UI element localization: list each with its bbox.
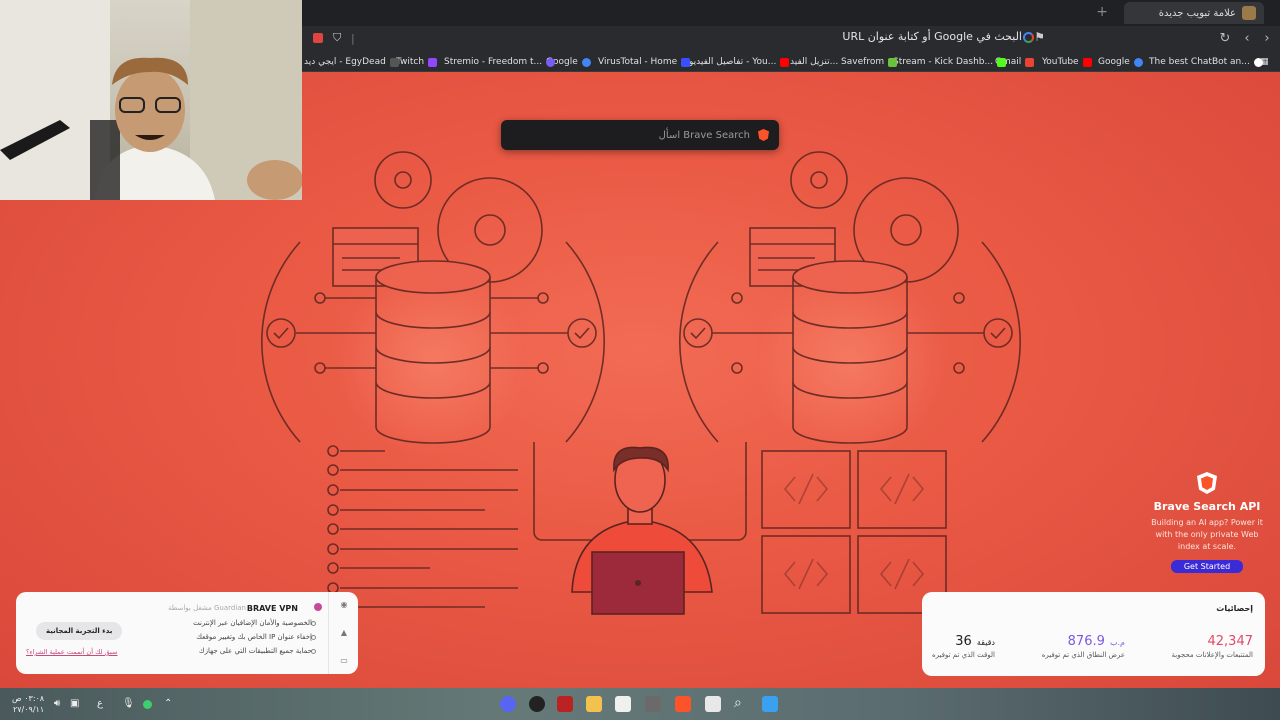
- bookmark-item[interactable]: ايجي ديد - EgyDead: [304, 57, 399, 67]
- youtube-studio-icon: [780, 57, 790, 67]
- stat-value: 876.9: [1067, 634, 1105, 649]
- vpn-feature: الخصوصية والأمان الإضافيان عبر الإنترنت: [193, 619, 312, 627]
- stat-unit: م.ب: [1109, 638, 1125, 647]
- system-clock[interactable]: ٠٣:٠٨ ص ٢٧/٠٩/١١: [12, 693, 44, 715]
- vpn-guardian-label: مشغل بواسطة Guardian: [167, 604, 246, 612]
- clock-time: ٠٣:٠٨ ص: [12, 694, 45, 703]
- brave-rewards-icon[interactable]: [313, 33, 323, 43]
- tab-active[interactable]: علامة تبويب جديدة: [1124, 2, 1264, 24]
- search-icon[interactable]: ⌕: [734, 695, 742, 711]
- taskbar: ٠٣:٠٨ ص ٢٧/٠٩/١١ 🔊︎ ▣ ع 🎙︎ ⌃ ⌕: [0, 688, 1280, 720]
- bookmark-item[interactable]: Google: [1098, 57, 1143, 67]
- brave-search-box[interactable]: اسأل Brave Search: [501, 120, 779, 150]
- webcam-overlay: [0, 0, 302, 200]
- kick-icon: [997, 57, 1007, 67]
- stat-unit: دقيقة: [976, 638, 995, 647]
- google-icon: [581, 57, 591, 67]
- tab-title: علامة تبويب جديدة: [1158, 7, 1236, 19]
- forward-icon[interactable]: ›: [1258, 31, 1276, 46]
- savefrom-icon: [888, 57, 898, 67]
- obs-icon[interactable]: [529, 696, 545, 712]
- show-hidden-icons[interactable]: ⌃: [164, 698, 172, 709]
- stat-label: الوقت الذي تم توفيره: [932, 651, 995, 659]
- google-icon: [1133, 57, 1143, 67]
- stat-value: 36: [955, 634, 972, 649]
- brave-taskbar-icon[interactable]: [675, 696, 691, 712]
- start-trial-button[interactable]: بدء التجربة المجانية: [36, 622, 123, 640]
- stremio-icon: [546, 57, 556, 67]
- store-icon[interactable]: [615, 696, 631, 712]
- person-illustration: [571, 446, 713, 615]
- vpn-feature: إخفاء عنوان IP الخاص بك وتغيير موقعك: [196, 633, 312, 641]
- widget-sidebar: ◉ ▲ ▭: [328, 592, 358, 674]
- already-purchased-link[interactable]: سبق لك أن أتممت عملية الشراء؟: [26, 648, 117, 656]
- reload-icon[interactable]: ↻: [1216, 31, 1234, 46]
- gmail-icon: [1025, 57, 1035, 67]
- stats-widget: إحصائيات 42,347 المتتبعات والإعلانات محج…: [922, 592, 1265, 676]
- stat-label: المتتبعات والإعلانات محجوبة: [1171, 651, 1253, 659]
- egydead-icon: [389, 57, 399, 67]
- get-started-button[interactable]: Get Started: [1170, 560, 1244, 573]
- chatbot-icon: [1253, 57, 1263, 67]
- stat-label: عرض النطاق الذي تم توفيره: [1041, 651, 1125, 659]
- search-api-promo: Brave Search API Building an AI app? Pow…: [1150, 472, 1264, 573]
- stat-time: 36 دقيقة الوقت الذي تم توفيره: [932, 630, 995, 659]
- vpn-feature: حماية جميع التطبيقات التي على جهازك: [198, 647, 312, 655]
- stat-bandwidth: 876.9 م.ب عرض النطاق الذي تم توفيره: [1042, 630, 1125, 659]
- windows-start-icon[interactable]: [762, 696, 778, 712]
- back-icon[interactable]: ‹: [1238, 31, 1256, 46]
- bookmark-star-icon[interactable]: ⚑: [1034, 30, 1045, 44]
- api-title: Brave Search API: [1153, 500, 1261, 513]
- brave-lion-icon: [758, 129, 769, 141]
- file-explorer-icon[interactable]: [586, 696, 602, 712]
- bookmark-item[interactable]: Stremio - Freedom t...: [444, 57, 556, 67]
- discord-icon[interactable]: [500, 696, 516, 712]
- notepad-icon[interactable]: [705, 696, 721, 712]
- bookmark-item[interactable]: تفاصيل الفيديو - You...: [689, 57, 790, 67]
- url-divider: |: [351, 32, 355, 45]
- youtube-icon: [1082, 57, 1092, 67]
- vpn-warning-icon[interactable]: ▲: [339, 628, 349, 638]
- vpn-title: BRAVE VPN: [246, 604, 298, 613]
- url-placeholder[interactable]: البحث في Google أو كتابة عنوان URL: [842, 30, 1022, 43]
- bookmark-item[interactable]: The best ChatBot an...: [1149, 57, 1263, 67]
- app-icon[interactable]: [645, 696, 661, 712]
- bookmark-item[interactable]: YouTube: [1042, 57, 1092, 67]
- shields-icon[interactable]: ⛉: [333, 31, 341, 45]
- address-bar[interactable]: ⛉ |: [305, 29, 1210, 51]
- virustotal-icon: [681, 57, 691, 67]
- vpn-pin-icon[interactable]: ◉: [339, 600, 349, 610]
- bookmark-item[interactable]: VirusTotal - Home: [598, 57, 691, 67]
- bookmark-item[interactable]: تنزيل الفيد... Savefrom: [790, 57, 898, 67]
- app-icon[interactable]: [557, 696, 573, 712]
- vpn-window-icon[interactable]: ▭: [339, 656, 349, 666]
- status-dot-icon[interactable]: [143, 700, 152, 709]
- clock-date: ٢٧/٠٩/١١: [12, 705, 45, 714]
- vpn-logo-icon: [314, 603, 322, 611]
- volume-icon[interactable]: 🔊︎: [54, 698, 60, 709]
- streamer-video: [0, 0, 302, 200]
- bookmark-item[interactable]: Stream - Kick Dashb...: [893, 57, 1007, 67]
- network-icon[interactable]: ▣: [70, 698, 79, 709]
- google-search-icon: [1023, 32, 1034, 43]
- brave-logo-icon: [1197, 472, 1217, 494]
- search-placeholder: اسأل Brave Search: [658, 129, 750, 141]
- new-tab-button[interactable]: +: [1096, 4, 1108, 20]
- bookmark-item[interactable]: Twitch: [396, 57, 438, 67]
- tab-favicon-icon: [1242, 6, 1256, 20]
- twitch-icon: [428, 57, 438, 67]
- language-indicator[interactable]: ع: [97, 698, 103, 709]
- stat-value: 42,347: [1207, 634, 1254, 649]
- api-description: Building an AI app? Power it with the on…: [1151, 518, 1263, 551]
- microphone-icon[interactable]: 🎙︎: [122, 698, 135, 709]
- vpn-widget: ◉ ▲ ▭ BRAVE VPN مشغل بواسطة Guardian الخ…: [16, 592, 358, 674]
- stats-title: إحصائيات: [1216, 604, 1253, 613]
- stat-trackers: 42,347 المتتبعات والإعلانات محجوبة: [1172, 630, 1253, 659]
